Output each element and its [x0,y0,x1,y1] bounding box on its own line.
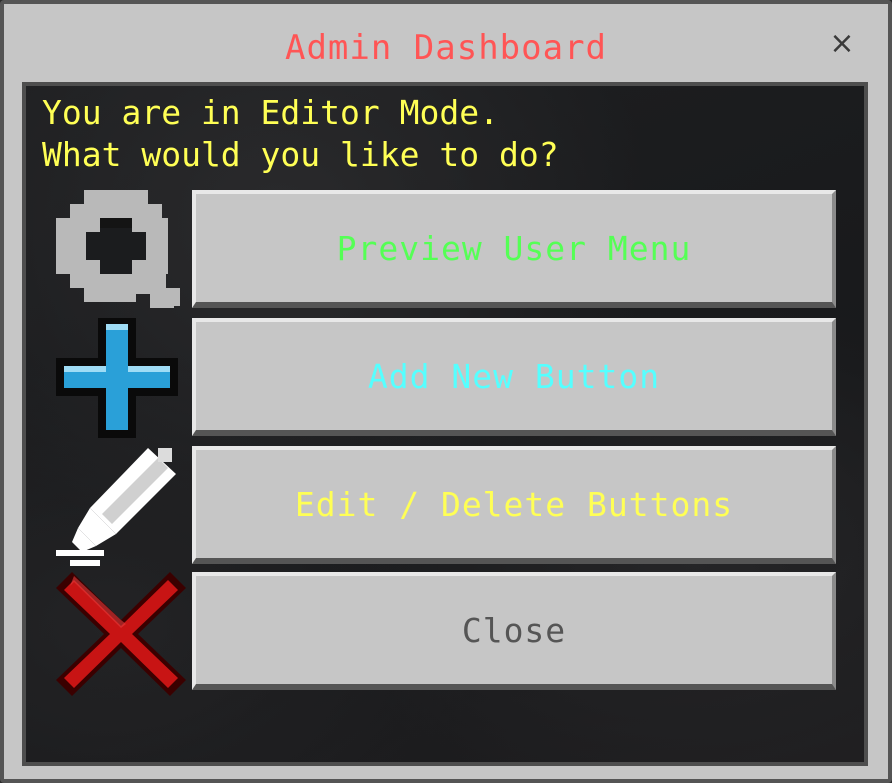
window-title: Admin Dashboard [284,28,608,68]
edit-delete-buttons-label: Edit / Delete Buttons [294,484,734,524]
add-new-button[interactable]: Add New Button [192,318,836,436]
close-window-icon[interactable]: × [826,24,858,64]
preview-user-menu-button[interactable]: Preview User Menu [192,190,836,308]
magnifier-icon [56,190,186,310]
edit-delete-buttons-button[interactable]: Edit / Delete Buttons [192,446,836,564]
pencil-icon [56,446,186,566]
close-button[interactable]: Close [192,572,836,690]
admin-dashboard-window: Admin Dashboard × You are in Editor Mode… [0,0,892,783]
red-x-icon [56,572,186,696]
prompt-line-1: You are in Editor Mode. [42,93,499,132]
close-button-label: Close [461,610,567,650]
prompt-text: You are in Editor Mode. What would you l… [42,92,559,176]
add-new-button-label: Add New Button [367,356,661,396]
preview-user-menu-label: Preview User Menu [336,228,692,268]
plus-icon [56,316,186,438]
content-panel: You are in Editor Mode. What would you l… [22,82,868,766]
prompt-line-2: What would you like to do? [42,135,559,174]
